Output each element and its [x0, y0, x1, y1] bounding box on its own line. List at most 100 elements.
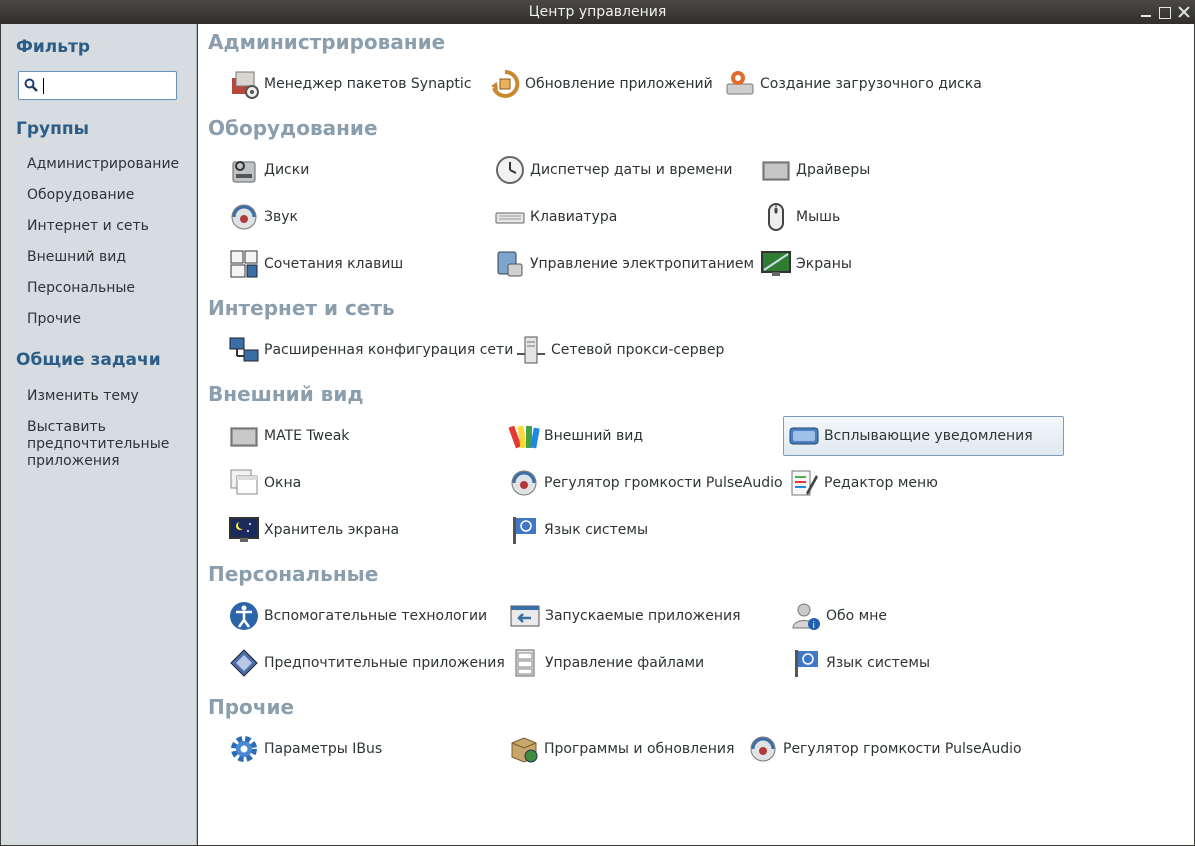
item-drivers[interactable]: Драйверы [756, 150, 870, 190]
item-disks[interactable]: Диски [224, 150, 309, 190]
group-link-admin[interactable]: Администрирование [27, 156, 192, 173]
startup-apps-icon [509, 600, 541, 632]
search-input[interactable] [41, 76, 171, 96]
item-file-management[interactable]: Управление файлами [505, 643, 704, 683]
power-icon [494, 248, 526, 280]
proxy-icon [515, 334, 547, 366]
main-content: Администрирование Менеджер пакетов Synap… [198, 24, 1194, 845]
group-link-hardware[interactable]: Оборудование [27, 187, 192, 204]
windows-icon [228, 467, 260, 499]
item-screensaver[interactable]: Хранитель экрана [224, 510, 399, 550]
minimize-button[interactable] [1139, 5, 1153, 19]
item-label: Язык системы [544, 522, 649, 538]
item-label: Программы и обновления [544, 741, 735, 757]
section-title-appearance: Внешний вид [208, 382, 364, 406]
item-menu-editor[interactable]: Редактор меню [784, 463, 938, 503]
item-appearance[interactable]: Внешний вид [504, 416, 643, 456]
item-usb-creator[interactable]: Создание загрузочного диска [720, 64, 982, 104]
item-ibus[interactable]: Параметры IBus [224, 729, 382, 769]
item-notifications[interactable]: Всплывающие уведомления [783, 416, 1064, 456]
text-cursor [43, 78, 44, 94]
language-flag-icon [790, 647, 822, 679]
item-software-update[interactable]: Обновление приложений [485, 64, 713, 104]
section-title-internet: Интернет и сеть [208, 296, 395, 320]
item-about-me[interactable]: i Обо мне [786, 596, 887, 636]
sound-icon [228, 201, 260, 233]
item-label: Регулятор громкости PulseAudio [544, 475, 783, 491]
item-proxy[interactable]: Сетевой прокси-сервер [511, 330, 724, 370]
item-mouse[interactable]: Мышь [756, 197, 840, 237]
item-accessibility[interactable]: Вспомогательные технологии [224, 596, 487, 636]
item-shortcuts[interactable]: Сочетания клавиш [224, 244, 403, 284]
network-icon [228, 334, 260, 366]
item-pulseaudio-2[interactable]: Регулятор громкости PulseAudio [743, 729, 1022, 769]
item-label: Регулятор громкости PulseAudio [783, 741, 1022, 757]
task-preferred-apps[interactable]: Выставить предпочтительные приложения [27, 419, 177, 470]
item-label: Звук [264, 209, 298, 225]
close-button[interactable] [1177, 5, 1191, 19]
item-label: Обо мне [826, 608, 887, 624]
item-language-1[interactable]: Язык системы [504, 510, 648, 550]
item-label: Управление электропитанием [530, 256, 754, 272]
screensaver-icon [228, 514, 260, 546]
window-titlebar[interactable]: Центр управления [0, 0, 1195, 24]
group-link-personal[interactable]: Персональные [27, 280, 192, 297]
accessibility-icon [228, 600, 260, 632]
sidebar: Фильтр Группы Администрирование Оборудов… [1, 24, 197, 845]
display-icon [760, 248, 792, 280]
pulseaudio-icon [508, 467, 540, 499]
item-preferred-apps[interactable]: Предпочтительные приложения [224, 643, 505, 683]
search-box[interactable] [18, 71, 177, 100]
synaptic-icon [228, 68, 260, 100]
item-label: Расширенная конфигурация сети [264, 342, 514, 358]
maximize-button[interactable] [1159, 6, 1171, 19]
item-windows[interactable]: Окна [224, 463, 301, 503]
search-icon [24, 78, 38, 92]
item-language-2[interactable]: Язык системы [786, 643, 930, 683]
pulseaudio-icon [747, 733, 779, 765]
item-label: Предпочтительные приложения [264, 655, 505, 671]
item-synaptic[interactable]: Менеджер пакетов Synaptic [224, 64, 472, 104]
item-pulseaudio-1[interactable]: Регулятор громкости PulseAudio [504, 463, 783, 503]
section-title-hardware: Оборудование [208, 116, 378, 140]
item-label: Вспомогательные технологии [264, 608, 488, 624]
item-label: Драйверы [796, 162, 871, 178]
item-label: Клавиатура [530, 209, 618, 225]
shortcuts-icon [228, 248, 260, 280]
group-link-other[interactable]: Прочие [27, 311, 192, 328]
usb-creator-icon [724, 68, 756, 100]
mate-tweak-icon [228, 420, 260, 452]
item-mate-tweak[interactable]: MATE Tweak [224, 416, 349, 456]
item-keyboard[interactable]: Клавиатура [490, 197, 617, 237]
group-link-appearance[interactable]: Внешний вид [27, 249, 192, 266]
item-sound[interactable]: Звук [224, 197, 298, 237]
svg-text:i: i [813, 621, 816, 631]
drivers-icon [760, 154, 792, 186]
software-update-icon [489, 68, 521, 100]
item-network-config[interactable]: Расширенная конфигурация сети [224, 330, 513, 370]
groups-heading: Группы [16, 119, 89, 139]
item-software-sources[interactable]: Программы и обновления [504, 729, 734, 769]
section-title-admin: Администрирование [208, 30, 446, 54]
item-label: Параметры IBus [264, 741, 383, 757]
item-label: Диски [264, 162, 310, 178]
item-label: Язык системы [826, 655, 931, 671]
task-change-theme[interactable]: Изменить тему [27, 388, 192, 405]
section-title-other: Прочие [208, 695, 295, 719]
item-label: Создание загрузочного диска [760, 76, 982, 92]
about-me-icon: i [790, 600, 822, 632]
item-displays[interactable]: Экраны [756, 244, 852, 284]
item-label: Менеджер пакетов Synaptic [264, 76, 472, 92]
item-label: Обновление приложений [525, 76, 713, 92]
item-power[interactable]: Управление электропитанием [490, 244, 754, 284]
item-datetime[interactable]: Диспетчер даты и времени [490, 150, 733, 190]
item-label: Внешний вид [544, 428, 644, 444]
tasks-heading: Общие задачи [16, 350, 161, 370]
window-title: Центр управления [528, 4, 667, 20]
item-label: Диспетчер даты и времени [530, 162, 733, 178]
group-link-internet[interactable]: Интернет и сеть [27, 218, 192, 235]
item-label: Экраны [796, 256, 852, 272]
disks-icon [228, 154, 260, 186]
item-label: Окна [264, 475, 302, 491]
item-startup-apps[interactable]: Запускаемые приложения [505, 596, 741, 636]
